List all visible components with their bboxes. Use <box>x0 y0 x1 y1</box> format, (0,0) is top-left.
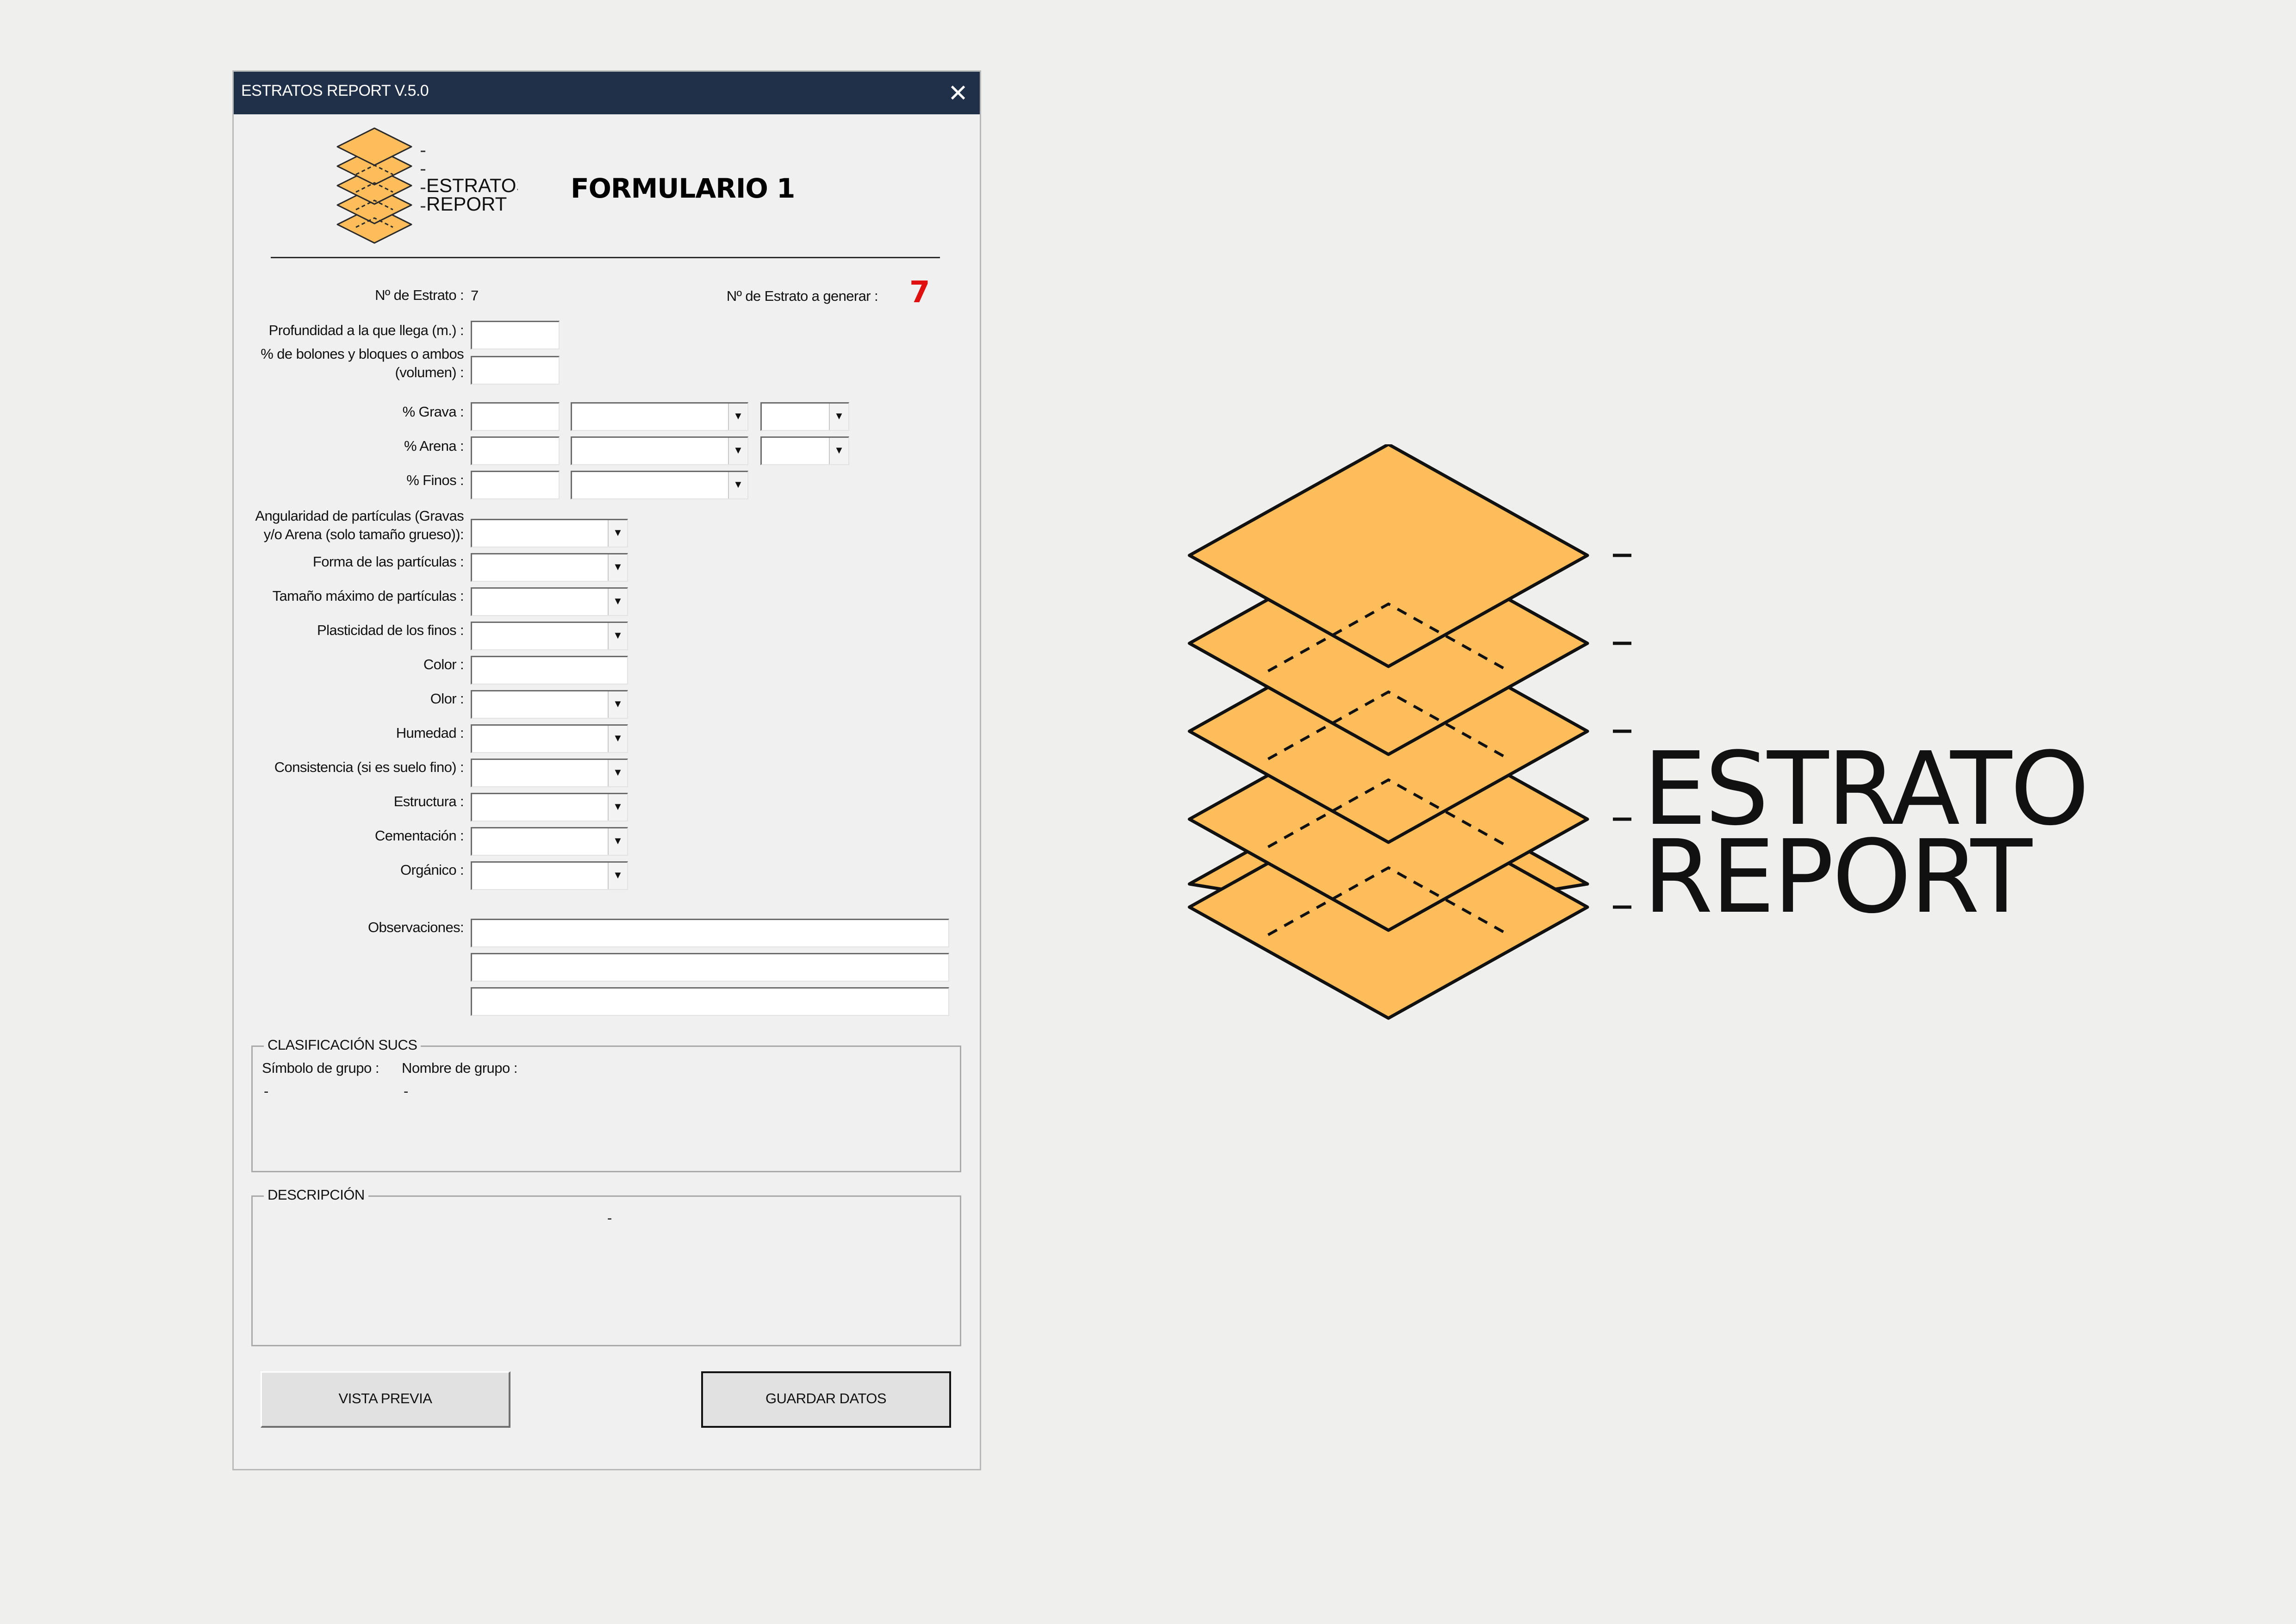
finos-type-select[interactable]: ▼ <box>571 471 748 499</box>
angularidad-select[interactable]: ▼ <box>471 519 628 548</box>
small-logo: ESTRATOS REPORT <box>336 127 518 244</box>
clasificacion-frame: CLASIFICACIÓN SUCS Símbolo de grupo : - … <box>251 1037 961 1172</box>
chevron-down-icon[interactable]: ▼ <box>829 438 848 464</box>
organico-select[interactable]: ▼ <box>471 861 628 890</box>
estrato-generate-value: 7 <box>909 275 930 310</box>
estrato-value: 7 <box>471 287 479 304</box>
descripcion-value: - <box>607 1210 612 1226</box>
chevron-down-icon[interactable]: ▼ <box>608 554 627 581</box>
profundidad-label: Profundidad a la que llega (m.) : <box>268 322 464 338</box>
plasticidad-label: Plasticidad de los finos : <box>317 622 464 638</box>
close-button[interactable]: ✕ <box>942 77 974 110</box>
color-label: Color : <box>423 656 464 672</box>
form-title: FORMULARIO 1 <box>571 173 795 204</box>
save-button[interactable]: GUARDAR DATOS <box>701 1371 951 1428</box>
grava-label: % Grava : <box>402 404 464 420</box>
arena-type-select[interactable]: ▼ <box>571 436 748 465</box>
chevron-down-icon[interactable]: ▼ <box>608 691 627 718</box>
olor-label: Olor : <box>430 691 464 707</box>
simbolo-value: - <box>264 1083 269 1099</box>
nombre-label: Nombre de grupo : <box>402 1060 517 1076</box>
chevron-down-icon[interactable]: ▼ <box>608 520 627 547</box>
cementacion-label: Cementación : <box>374 828 464 844</box>
window-title: ESTRATOS REPORT V.5.0 <box>241 82 429 100</box>
humedad-select[interactable]: ▼ <box>471 724 628 753</box>
olor-select[interactable]: ▼ <box>471 690 628 719</box>
angularidad-label: Angularidad de partículas (Gravas y/o Ar… <box>255 508 464 542</box>
chevron-down-icon[interactable]: ▼ <box>608 863 627 889</box>
forma-label: Forma de las partículas : <box>312 554 464 570</box>
preview-button[interactable]: VISTA PREVIA <box>261 1371 510 1428</box>
finos-percent-input[interactable] <box>471 471 560 499</box>
nombre-value: - <box>404 1083 409 1099</box>
estructura-select[interactable]: ▼ <box>471 793 628 821</box>
chevron-down-icon[interactable]: ▼ <box>608 828 627 855</box>
estructura-label: Estructura : <box>393 793 464 809</box>
title-bar[interactable]: ESTRATOS REPORT V.5.0 ✕ <box>234 72 980 114</box>
finos-label: % Finos : <box>406 472 464 488</box>
estrato-label: Nº de Estrato : <box>375 287 464 303</box>
organico-label: Orgánico : <box>400 862 464 878</box>
chevron-down-icon[interactable]: ▼ <box>608 794 627 821</box>
arena-percent-input[interactable] <box>471 436 560 465</box>
chevron-down-icon[interactable]: ▼ <box>728 472 747 498</box>
arena-label: % Arena : <box>404 438 464 454</box>
simbolo-label: Símbolo de grupo : <box>262 1060 379 1076</box>
observaciones-input-1[interactable] <box>471 919 949 947</box>
chevron-down-icon[interactable]: ▼ <box>608 726 627 752</box>
chevron-down-icon[interactable]: ▼ <box>608 623 627 649</box>
small-logo-line2: REPORT <box>426 193 507 215</box>
consistencia-label: Consistencia (si es suelo fino) : <box>274 759 464 775</box>
arena-grade-select[interactable]: ▼ <box>760 436 849 465</box>
observaciones-input-3[interactable] <box>471 987 949 1016</box>
bolones-input[interactable] <box>471 356 560 385</box>
chevron-down-icon[interactable]: ▼ <box>728 404 747 430</box>
grava-percent-input[interactable] <box>471 402 560 431</box>
form-window: ESTRATOS REPORT V.5.0 ✕ ESTRATOS REPORT <box>232 70 981 1470</box>
grava-grade-select[interactable]: ▼ <box>760 402 849 431</box>
estratos-report-logo: ESTRATOS REPORT <box>1188 444 2092 1020</box>
estrato-generate-label: Nº de Estrato a generar : <box>726 288 878 304</box>
close-icon[interactable]: ✕ <box>948 80 968 107</box>
color-input[interactable] <box>471 656 628 684</box>
chevron-down-icon[interactable]: ▼ <box>829 404 848 430</box>
observaciones-label: Observaciones: <box>368 919 464 935</box>
tamano-select[interactable]: ▼ <box>471 587 628 616</box>
bolones-label: % de bolones y bloques o ambos (volumen)… <box>261 346 464 380</box>
tamano-label: Tamaño máximo de partículas : <box>272 588 464 604</box>
header-divider <box>271 257 940 258</box>
observaciones-input-2[interactable] <box>471 953 949 982</box>
forma-select[interactable]: ▼ <box>471 553 628 582</box>
chevron-down-icon[interactable]: ▼ <box>608 760 627 786</box>
consistencia-select[interactable]: ▼ <box>471 759 628 787</box>
chevron-down-icon[interactable]: ▼ <box>608 589 627 615</box>
descripcion-title: DESCRIPCIÓN <box>264 1187 368 1203</box>
descripcion-frame: DESCRIPCIÓN - <box>251 1187 961 1346</box>
clasificacion-title: CLASIFICACIÓN SUCS <box>264 1037 421 1053</box>
chevron-down-icon[interactable]: ▼ <box>728 438 747 464</box>
grava-type-select[interactable]: ▼ <box>571 402 748 431</box>
humedad-label: Humedad : <box>396 725 464 741</box>
profundidad-input[interactable] <box>471 321 560 349</box>
plasticidad-select[interactable]: ▼ <box>471 622 628 650</box>
logo-line2: REPORT <box>1643 819 2033 936</box>
cementacion-select[interactable]: ▼ <box>471 827 628 856</box>
